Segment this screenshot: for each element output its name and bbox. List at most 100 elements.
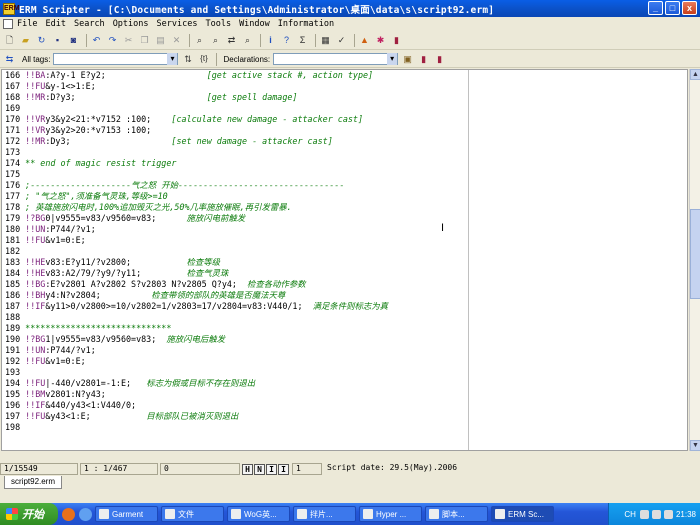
copy-icon[interactable]: ❐: [138, 34, 151, 47]
taskbar-button[interactable]: ERM Sc...: [491, 506, 554, 522]
code-line[interactable]: 177 ; "气之怒",须准备气灵珠,等级>=10: [5, 191, 388, 202]
document-icon[interactable]: [3, 19, 13, 29]
code-line[interactable]: 187 !!IF&y11>0/v2800>=10/v2802=1/v2803=1…: [5, 301, 388, 312]
code-line[interactable]: 181 !!FU&v1=0:E;: [5, 235, 388, 246]
scroll-down-icon[interactable]: ▼: [690, 440, 700, 451]
taskbar-button[interactable]: 文件: [161, 506, 224, 522]
taskbar-button[interactable]: Hyper ...: [359, 506, 422, 522]
all-tags-combo[interactable]: [53, 53, 179, 65]
code-line[interactable]: 169: [5, 103, 388, 114]
help-icon[interactable]: ?: [280, 34, 293, 47]
code-line[interactable]: 171 !!VRy3&y2>20:*v7153 :100;: [5, 125, 388, 136]
code-line[interactable]: 190 !?BG1|v9555=v83/v9560=v83; 施放闪电后触发: [5, 334, 388, 345]
book-icon[interactable]: ▮: [390, 34, 403, 47]
nav-i2-button[interactable]: I: [278, 463, 289, 475]
code-line[interactable]: 196 !!IF&440/y43<1:V440/0;: [5, 400, 388, 411]
new-file-icon[interactable]: 🗋: [3, 34, 16, 47]
code-line[interactable]: 170 !!VRy3&y2<21:*v7152 :100; [calculate…: [5, 114, 388, 125]
code-line[interactable]: 193: [5, 367, 388, 378]
redo-icon[interactable]: ↷: [106, 34, 119, 47]
scroll-thumb[interactable]: [690, 209, 700, 299]
code-line[interactable]: 180 !!UN:P744/?v1;: [5, 224, 388, 235]
code-line[interactable]: 184 !!HEv83:A2/79/?y9/?y11; 检查气灵珠: [5, 268, 388, 279]
sum-icon[interactable]: Σ: [296, 34, 309, 47]
sync-icon[interactable]: ⇆: [3, 53, 16, 66]
open-folder-icon[interactable]: ▰: [19, 34, 32, 47]
tray-icon[interactable]: [651, 509, 661, 519]
code-line[interactable]: 182: [5, 246, 388, 257]
find-icon[interactable]: ⌕: [193, 34, 206, 47]
firefox-icon[interactable]: [62, 507, 75, 521]
code-line[interactable]: 167 !!FU&y-1<>1:E;: [5, 81, 388, 92]
code-line[interactable]: 172 !!MR:Dy3; [set new damage - attacker…: [5, 136, 388, 147]
find-next-icon[interactable]: ⌕: [209, 34, 222, 47]
nav-h-button[interactable]: H: [242, 463, 253, 475]
code-line[interactable]: 174 ** end of magic resist trigger: [5, 158, 388, 169]
media-icon[interactable]: [79, 507, 92, 521]
menu-search[interactable]: Search: [74, 19, 105, 29]
code-line[interactable]: 194 !!FU|-440/v2801=-1:E; 标志为假或目标不存在则退出: [5, 378, 388, 389]
info-icon[interactable]: i: [264, 34, 277, 47]
menu-options[interactable]: Options: [113, 19, 149, 29]
nav-n-button[interactable]: N: [254, 463, 265, 475]
menu-edit[interactable]: Edit: [45, 19, 65, 29]
title-bar[interactable]: ERM ERM Scripter - [C:\Documents and Set…: [0, 0, 700, 17]
maximize-button[interactable]: □: [665, 1, 680, 15]
menu-information[interactable]: Information: [278, 19, 334, 29]
find-files-icon[interactable]: ⌕: [241, 34, 254, 47]
tray-icon[interactable]: [639, 509, 649, 519]
code-line[interactable]: 168 !!MR:D?y3; [get spell damage]: [5, 92, 388, 103]
replace-icon[interactable]: ⇄: [225, 34, 238, 47]
code-line[interactable]: 178 ; 英雄施放闪电时,100%追加毁灭之光,50%几率施放催眠,再引发雷暴…: [5, 202, 388, 213]
menu-services[interactable]: Services: [157, 19, 198, 29]
window-icon[interactable]: ▦: [319, 34, 332, 47]
menu-tools[interactable]: Tools: [205, 19, 231, 29]
menu-file[interactable]: File: [17, 19, 37, 29]
undo-icon[interactable]: ↶: [90, 34, 103, 47]
braces-icon[interactable]: {t}: [197, 53, 210, 66]
bug-icon[interactable]: ✱: [374, 34, 387, 47]
goto-icon[interactable]: ▮: [417, 53, 430, 66]
reload-icon[interactable]: ↻: [35, 34, 48, 47]
lock-icon[interactable]: ▣: [401, 53, 414, 66]
code-line[interactable]: 186 !!BHy4:N?v2804; 检查带领的部队的英雄是否魔法天尊: [5, 290, 388, 301]
paste-icon[interactable]: ▤: [154, 34, 167, 47]
code-line[interactable]: 191 !!UN:P744/?v1;: [5, 345, 388, 356]
warning-icon[interactable]: ▲: [358, 34, 371, 47]
taskbar-button[interactable]: 脚本...: [425, 506, 488, 522]
start-button[interactable]: 开始: [0, 503, 58, 525]
cut-icon[interactable]: ✂: [122, 34, 135, 47]
code-line[interactable]: 198: [5, 422, 388, 433]
code-line[interactable]: 192 !!FU&v1=0:E;: [5, 356, 388, 367]
bookmark-icon[interactable]: ▮: [433, 53, 446, 66]
save-icon[interactable]: ▪: [51, 34, 64, 47]
code-line[interactable]: 175: [5, 169, 388, 180]
check-icon[interactable]: ✓: [335, 34, 348, 47]
code-line[interactable]: 189 *****************************: [5, 323, 388, 334]
menu-window[interactable]: Window: [239, 19, 270, 29]
code-line[interactable]: 188: [5, 312, 388, 323]
code-line[interactable]: 185 !!BG:E?v2801 A?v2802 S?v2803 N?v2805…: [5, 279, 388, 290]
code-editor[interactable]: 166 !!BA:A?y-1 E?y2; [get active stack #…: [1, 69, 688, 451]
declarations-combo[interactable]: [273, 53, 399, 65]
sort-icon[interactable]: ⇅: [181, 53, 194, 66]
save-all-icon[interactable]: ◙: [67, 34, 80, 47]
delete-icon[interactable]: ✕: [170, 34, 183, 47]
code-line[interactable]: 179 !?BG0|v9555=v83/v9560=v83; 施放闪电前触发: [5, 213, 388, 224]
vertical-scrollbar[interactable]: ▲ ▼: [689, 69, 700, 451]
input-language[interactable]: CH: [624, 510, 636, 519]
taskbar-button[interactable]: WoG英...: [227, 506, 290, 522]
code-line[interactable]: 183 !!HEv83:E?y11/?v2800; 检查等级: [5, 257, 388, 268]
taskbar-button[interactable]: 拌片...: [293, 506, 356, 522]
code-line[interactable]: 166 !!BA:A?y-1 E?y2; [get active stack #…: [5, 70, 388, 81]
minimize-button[interactable]: _: [648, 1, 663, 15]
scroll-up-icon[interactable]: ▲: [690, 69, 700, 80]
close-button[interactable]: x: [682, 1, 697, 15]
code-line[interactable]: 197 !!FU&y43<1:E; 目标部队已被消灭则退出: [5, 411, 388, 422]
taskbar-button[interactable]: Garment: [95, 506, 158, 522]
code-line[interactable]: 195 !!BMv2801:N?y43;: [5, 389, 388, 400]
file-tab-script92[interactable]: script92.erm: [4, 476, 63, 489]
nav-i-button[interactable]: I: [266, 463, 277, 475]
code-line[interactable]: 176 ;--------------------气之怒 开始---------…: [5, 180, 388, 191]
code-line[interactable]: 173: [5, 147, 388, 158]
